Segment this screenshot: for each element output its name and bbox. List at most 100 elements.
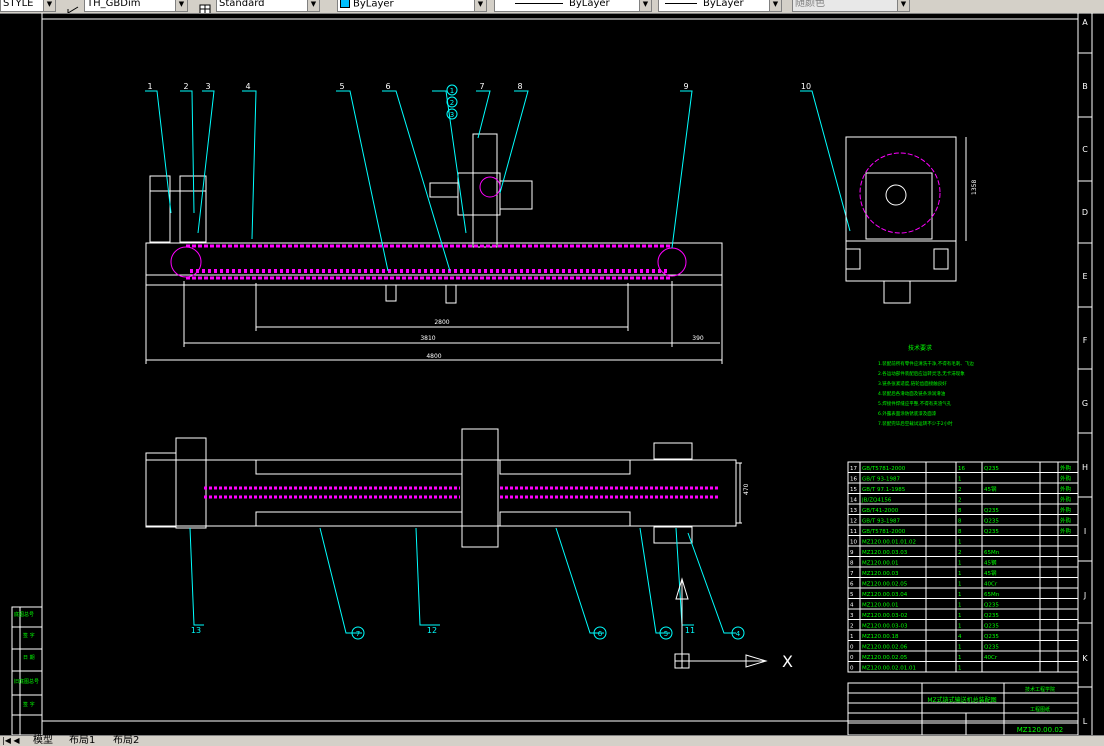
bom-cell: GB/T 93-1987	[862, 519, 900, 525]
bom-cell: JB/ZQ4156	[861, 498, 892, 504]
drive-motor-left	[149, 175, 171, 243]
chevron-down-icon[interactable]: ▼	[175, 0, 187, 11]
title-subtitle: 工程图纸	[1030, 706, 1050, 713]
border-row-i: I	[1084, 527, 1086, 536]
bom-cell: Q235	[984, 645, 999, 651]
elev-callout-2: 2	[183, 82, 188, 91]
border-row-j: J	[1083, 591, 1086, 600]
plan-callout-13: 13	[191, 626, 201, 635]
lineweight-select[interactable]: ByLayer ▼	[658, 0, 782, 12]
elev-callout-9: 9	[683, 82, 688, 91]
bom-cell: 1	[958, 571, 962, 577]
bom-cell: Q235	[984, 624, 999, 630]
bom-cell: MZ120.00.03-02	[862, 613, 908, 619]
border-row-g: G	[1082, 399, 1088, 408]
dim-style-value: TH_GBDim	[87, 0, 141, 9]
bom-cell: MZ120.00.03-03	[862, 624, 908, 630]
drawing-canvas[interactable]: A B C D E F G H I J K L 底图总号 签 字 日 期 旧底图…	[0, 13, 1104, 735]
bom-cell: MZ120.00.18	[862, 634, 899, 640]
chevron-down-icon[interactable]: ▼	[474, 0, 486, 11]
border-row-h: H	[1082, 463, 1088, 472]
plan-view: 470 13 7 12 6 5 11 4	[145, 428, 750, 640]
bom-cell: 16	[958, 466, 965, 472]
title-drawing-name: MZ式链式输送机总装配图	[927, 696, 996, 704]
circled-callout-3: 3	[450, 111, 454, 119]
support-foot-1	[385, 284, 397, 302]
bom-cell: 0	[850, 666, 854, 672]
side-sprocket	[859, 152, 941, 234]
bom-cell: 10	[850, 540, 857, 546]
bom-cell: 外购	[1060, 485, 1072, 493]
border-row-a: A	[1082, 18, 1088, 27]
plan-callout-11: 11	[685, 626, 695, 635]
plan-callout-6: 6	[598, 630, 603, 638]
stamp-label-2: 签 字	[23, 632, 35, 639]
dim-style-icon[interactable]	[66, 0, 80, 13]
tech-line-6: 6.外露表面涂防锈底漆及面漆	[878, 410, 937, 417]
chevron-down-icon[interactable]: ▼	[897, 0, 909, 11]
title-company: 技术工程学院	[1025, 686, 1055, 693]
bom-cell: MZ120.00.03.03	[862, 550, 908, 556]
bill-of-materials: 17 GB/T5781-2000 16 Q235 外购16 GB/T 93-1987 1 外购…	[847, 461, 1079, 673]
bom-cell: 45钢	[984, 485, 997, 493]
bom-cell: 0	[850, 645, 854, 651]
border-row-k: K	[1082, 654, 1088, 663]
title-drawing-number: MZ120.00.02	[1017, 726, 1063, 734]
bom-cell: 2	[958, 550, 962, 556]
stamp-label-3: 日 期	[23, 655, 35, 661]
lineweight-preview-icon	[665, 2, 697, 4]
bom-cell: MZ120.00.02.05	[862, 582, 908, 588]
bom-cell: 15	[850, 487, 857, 493]
bom-cell: 1	[958, 613, 962, 619]
lineweight-value: ByLayer	[703, 0, 744, 9]
bom-cell: 0	[850, 655, 854, 661]
linetype-select[interactable]: ByLayer ▼	[494, 0, 652, 12]
bom-cell: MZ120.00.02.05	[862, 655, 908, 661]
plan-callout-4: 4	[736, 630, 741, 638]
bom-cell: 外购	[1060, 517, 1072, 525]
stamp-label-1: 底图总号	[14, 611, 34, 618]
dim-style-select[interactable]: TH_GBDim ▼	[84, 0, 188, 12]
plot-style-select[interactable]: 随颜色 ▼	[792, 0, 910, 12]
plan-callout-7: 7	[356, 630, 360, 638]
stamp-label-5: 签 字	[23, 701, 35, 708]
bom-cell: 8	[850, 561, 854, 567]
bom-cell: 1	[958, 666, 962, 672]
bom-cell: 外购	[1060, 464, 1072, 472]
bom-cell: 11	[850, 529, 857, 535]
plot-style-value: 随颜色	[795, 0, 825, 9]
bom-cell: GB/T5781-2000	[862, 529, 906, 535]
elev-callout-3: 3	[205, 82, 210, 91]
text-style-select[interactable]: STYLE ▼	[0, 0, 56, 12]
color-swatch-icon	[340, 0, 350, 8]
bom-cell: 45钢	[984, 569, 997, 577]
bom-cell: 13	[850, 508, 857, 514]
chevron-down-icon[interactable]: ▼	[43, 0, 55, 11]
stamp-label-4: 旧底图总号	[14, 678, 39, 685]
bom-cell: MZ120.00.01	[862, 561, 899, 567]
elevation-view: 1 2 3 4 5 6 7 8 9 10 1 2 3 2800 3810 480…	[145, 82, 851, 364]
left-stamp-box: 底图总号 签 字 日 期 旧底图总号 签 字	[11, 606, 43, 735]
table-style-icon[interactable]	[198, 0, 212, 13]
axis-x-label: X	[782, 652, 793, 671]
bom-cell: 3	[850, 613, 854, 619]
bom-cell: 16	[850, 477, 857, 483]
table-style-select[interactable]: Standard ▼	[216, 0, 320, 12]
bom-cell: 12	[850, 519, 857, 525]
title-block: MZ式链式输送机总装配图 技术工程学院 工程图纸 MZ120.00.02	[847, 682, 1079, 735]
tech-line-2: 2.各运动部件装配后应运转灵活,无卡滞现象	[878, 370, 965, 377]
elev-callout-8: 8	[517, 82, 522, 91]
chevron-down-icon[interactable]: ▼	[769, 0, 781, 11]
tech-title: 技术要求	[908, 344, 932, 352]
bom-cell: MZ120.00.01	[862, 603, 899, 609]
layer-color-select[interactable]: ByLayer ▼	[337, 0, 487, 12]
plan-callout-5: 5	[664, 630, 668, 638]
border-row-e: E	[1082, 272, 1087, 281]
chevron-down-icon[interactable]: ▼	[307, 0, 319, 11]
bom-cell: GB/T41-2000	[862, 508, 899, 514]
layout-tabs-bar: |◀ ◀ 模型 布局1 布局2	[0, 735, 1104, 746]
bom-cell: Q235	[984, 603, 999, 609]
bom-cell: 40Cr	[984, 582, 998, 588]
border-row-d: D	[1082, 208, 1088, 217]
chevron-down-icon[interactable]: ▼	[639, 0, 651, 11]
